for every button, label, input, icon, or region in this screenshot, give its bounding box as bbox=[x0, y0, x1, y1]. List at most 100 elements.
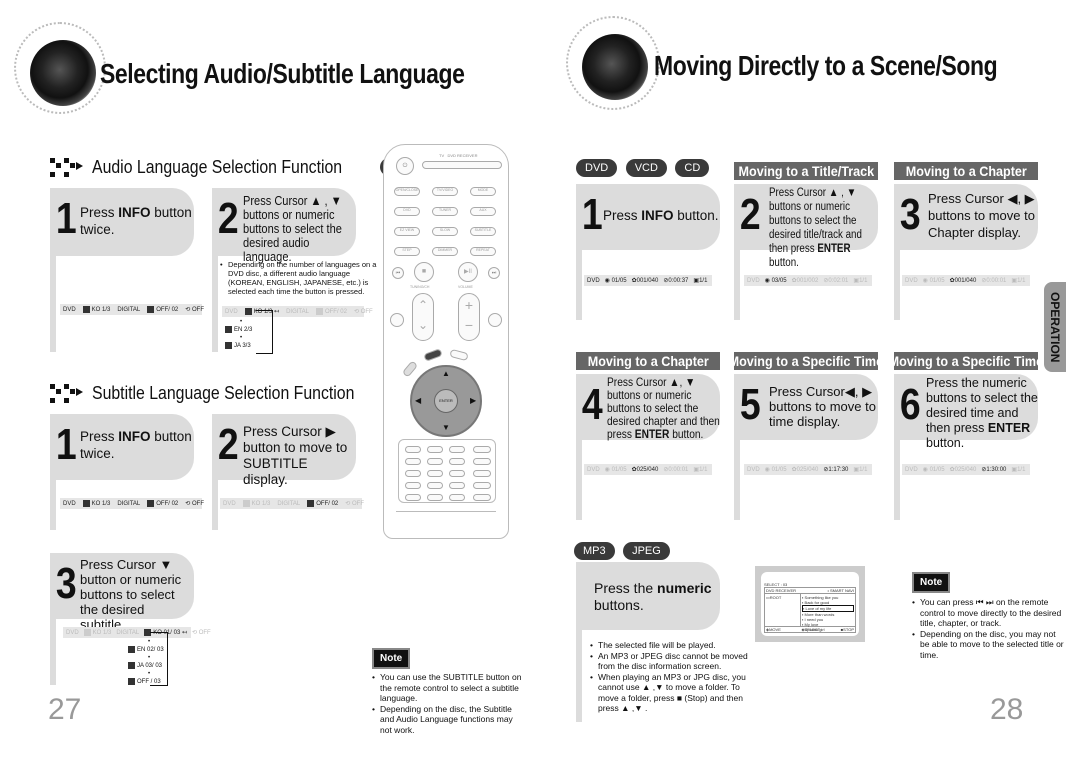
aux-button[interactable]: AUX bbox=[470, 207, 496, 216]
mode-selector[interactable] bbox=[422, 161, 502, 169]
enter-button[interactable]: ENTER bbox=[434, 389, 458, 413]
pl-mode-button[interactable] bbox=[390, 313, 404, 327]
step-bar bbox=[212, 256, 218, 352]
stop-button[interactable]: ■ bbox=[414, 262, 434, 282]
channel-rocker[interactable]: ⌃ ⌄ bbox=[412, 293, 434, 341]
key-9[interactable] bbox=[449, 470, 465, 477]
logo-button[interactable] bbox=[405, 494, 421, 501]
step-text: Press Cursor ▲ , ▼ buttons or numeric bu… bbox=[769, 187, 862, 269]
remote-control: ⏻ TV DVD RECEIVER OPEN/CLOSE TV/VIDEO MO… bbox=[383, 144, 509, 539]
slow-button[interactable]: SLOW bbox=[432, 227, 458, 236]
volume-rocker[interactable]: + − bbox=[458, 293, 480, 341]
disc-icon bbox=[582, 34, 648, 100]
audio-step-1: 1 Press INFO button twice. bbox=[50, 188, 194, 256]
return-button[interactable] bbox=[401, 360, 419, 378]
sleep-button[interactable] bbox=[405, 482, 421, 489]
tuning-label: TUNING/CH bbox=[410, 285, 430, 289]
tv-video-button[interactable]: TV/VIDEO bbox=[432, 187, 458, 196]
cursor-up-icon[interactable]: ▲ bbox=[442, 369, 450, 378]
note-list: You can press ⏮ ⏭ on the remote control … bbox=[912, 597, 1067, 660]
disc-icon bbox=[30, 40, 96, 106]
sound-edit-button[interactable] bbox=[473, 458, 491, 465]
page-title: Moving Directly to a Scene/Song bbox=[654, 50, 998, 81]
osd-bar: DVD ◉ 01/05 ✿025/040 ⊘0:00:01 ▣1/1 bbox=[584, 464, 712, 475]
cursor-down-icon[interactable]: ▼ bbox=[442, 423, 450, 432]
specific-time-header: Moving to a Specific Time bbox=[728, 352, 884, 370]
digest-button[interactable] bbox=[449, 494, 465, 501]
step-bar bbox=[50, 256, 56, 352]
test-tone-button[interactable] bbox=[473, 446, 491, 453]
cancel-button[interactable] bbox=[449, 482, 465, 489]
tv-track-list: ▪ Something like you ▪ Back for good ▪ L… bbox=[801, 594, 855, 632]
pl-effect-button[interactable] bbox=[488, 313, 502, 327]
dimmer-button[interactable]: DIMMER bbox=[432, 247, 458, 256]
osd-bar: DVD ◉ 01/05 ✿025/040 ⊘1:30:00 ▣1/1 bbox=[902, 464, 1030, 475]
audio-step-2: 2 Press Cursor ▲ , ▼ buttons or numeric … bbox=[212, 188, 356, 264]
open-close-button[interactable]: OPEN/CLOSE bbox=[394, 187, 420, 196]
title-track-header: Moving to a Title/Track bbox=[734, 162, 878, 180]
key-5[interactable] bbox=[427, 458, 443, 465]
osd-bar: DVD KO 1/3 DIGITAL OFF/ 02 ⟲ OFF bbox=[60, 498, 204, 509]
key-1[interactable] bbox=[405, 446, 421, 453]
audio-section-heading: Audio Language Selection Function DVD bbox=[50, 154, 422, 180]
play-pause-button[interactable]: ▶II bbox=[458, 262, 478, 282]
osd-bar: DVD ◉ 03/05 ✿001/002 ⊘0:02:01 ▣1/1 bbox=[744, 275, 872, 286]
key-0[interactable] bbox=[427, 482, 443, 489]
battery-cover-seam bbox=[396, 511, 496, 512]
step-bar bbox=[734, 250, 740, 320]
step-bar bbox=[576, 440, 582, 520]
key-3[interactable] bbox=[449, 446, 465, 453]
osd-bar: DVD KO 1/3 DIGITAL OFF/ 02 ⟲ OFF bbox=[60, 304, 204, 315]
step-bar bbox=[894, 440, 900, 520]
slide-mode-button[interactable] bbox=[427, 494, 443, 501]
scene-step-3: 3 Press Cursor ◀, ▶ buttons to move to C… bbox=[894, 184, 1038, 250]
menu-button[interactable] bbox=[423, 348, 443, 362]
mode-button[interactable]: MODE bbox=[470, 187, 496, 196]
subtitle-button[interactable]: SUBTITLE bbox=[470, 227, 496, 236]
subtitle-step-3: 3 Press Cursor ▼ button or numeric butto… bbox=[50, 553, 194, 632]
repeat-button[interactable]: REPEAT bbox=[470, 247, 496, 256]
key-7[interactable] bbox=[405, 470, 421, 477]
power-button[interactable]: ⏻ bbox=[396, 157, 414, 175]
step-bar bbox=[50, 619, 56, 685]
bass-button[interactable] bbox=[473, 470, 491, 477]
step-button[interactable]: STEP bbox=[394, 247, 420, 256]
note-list: You can use the SUBTITLE button on the r… bbox=[372, 672, 522, 735]
scene-step-4: 4 Press Cursor ▲, ▼ buttons or numeric b… bbox=[576, 374, 720, 441]
skip-forward-button[interactable]: ⏭ bbox=[488, 267, 500, 279]
info-button[interactable] bbox=[449, 348, 469, 362]
step-bar bbox=[894, 250, 900, 320]
scene-step-6: 6 Press the numeric buttons to select th… bbox=[894, 374, 1038, 450]
osd-bar: DVD KO 1/3 DIGITAL KO 01/ 03 ↤ ⟲ OFF bbox=[63, 627, 211, 638]
tuner-button[interactable]: TUNER bbox=[432, 207, 458, 216]
audio-cycle-list: • EN 2/3 • JA 3/3 bbox=[225, 318, 252, 350]
cursor-left-icon[interactable]: ◀ bbox=[415, 396, 421, 405]
ez-view-button[interactable]: EZ VIEW bbox=[394, 227, 420, 236]
track-item-selected[interactable]: ▪ Love of my life bbox=[802, 605, 854, 612]
subtitle-step-2: 2 Press Cursor ▶ button to move to SUBTI… bbox=[212, 414, 356, 487]
osd-bar: DVD KO 1/3 DIGITAL OFF/ 02 ⟲ OFF bbox=[220, 498, 364, 509]
step-text: Press Cursor ▲, ▼ buttons or numeric but… bbox=[607, 375, 720, 441]
step-text: Press INFO button. bbox=[603, 208, 719, 223]
osd-bar: DVD ◉ 01/05 ✿001/040 ⊘0:00:01 ▣1/1 bbox=[902, 275, 1030, 286]
mp3-badges: MP3 JPEG bbox=[574, 541, 670, 560]
scene-step-2: 2 Press Cursor ▲ , ▼ buttons or numeric … bbox=[734, 184, 878, 269]
remote-mode-labels: TV DVD RECEIVER bbox=[439, 153, 478, 158]
scene-step-1: 1 Press INFO button. bbox=[576, 184, 720, 250]
step-text: Press INFO button twice. bbox=[80, 429, 192, 461]
dvd-button[interactable]: DVD bbox=[394, 207, 420, 216]
key-6[interactable] bbox=[449, 458, 465, 465]
page-title: Selecting Audio/Subtitle Language bbox=[100, 58, 465, 89]
key-2[interactable] bbox=[427, 446, 443, 453]
note-badge: Note bbox=[912, 572, 951, 593]
step-bar bbox=[50, 480, 56, 530]
key-8[interactable] bbox=[427, 470, 443, 477]
direction-pad[interactable]: ▲ ▼ ◀ ▶ ENTER bbox=[410, 365, 482, 437]
tv-header: DVD RECEIVER • SMART NAVI bbox=[764, 587, 856, 594]
skip-back-button[interactable]: ⏮ bbox=[392, 267, 404, 279]
key-4[interactable] bbox=[405, 458, 421, 465]
cursor-right-icon[interactable]: ▶ bbox=[470, 396, 476, 405]
remain-button[interactable] bbox=[473, 494, 491, 501]
zoom-button[interactable] bbox=[473, 482, 491, 489]
note-badge: Note bbox=[372, 648, 411, 669]
